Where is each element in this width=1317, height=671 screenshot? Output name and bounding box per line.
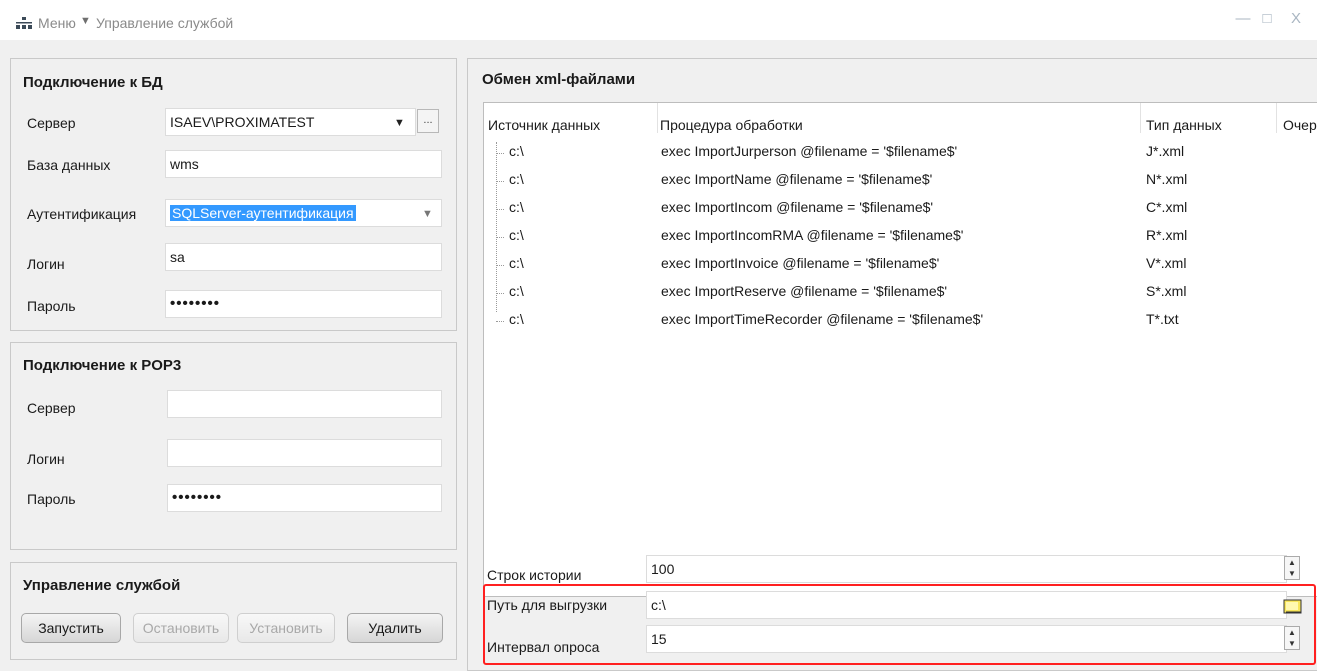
column-separator[interactable]	[1276, 103, 1277, 133]
column-header-source[interactable]: Источник данных	[488, 117, 600, 133]
db-login-label: Логин	[27, 256, 65, 272]
xml-exchange-panel: Обмен xml-файлами Источник данных Процед…	[467, 58, 1317, 671]
table-row[interactable]: c:\ exec ImportIncomRMA @filename = '$fi…	[484, 223, 1316, 251]
chevron-down-icon[interactable]: ▼	[422, 201, 433, 226]
table-row[interactable]: c:\ exec ImportJurperson @filename = '$f…	[484, 139, 1316, 167]
table-row[interactable]: c:\ exec ImportReserve @filename = '$fil…	[484, 279, 1316, 307]
row-type: R*.xml	[1146, 227, 1188, 243]
highlight-annotation	[483, 584, 1316, 665]
column-header-queue[interactable]: Очер	[1283, 117, 1317, 133]
db-server-value: ISAEV\PROXIMATEST	[170, 114, 315, 130]
row-source: c:\	[509, 283, 524, 299]
db-server-label: Сервер	[27, 115, 76, 131]
row-source: c:\	[509, 227, 524, 243]
row-source: c:\	[509, 171, 524, 187]
row-type: N*.xml	[1146, 171, 1188, 187]
column-header-type[interactable]: Тип данных	[1146, 117, 1222, 133]
pop3-panel-title: Подключение к POP3	[23, 357, 182, 374]
column-separator[interactable]	[657, 103, 658, 133]
db-auth-select[interactable]: SQLServer-аутентификация ▼	[165, 199, 442, 227]
db-auth-value: SQLServer-аутентификация	[170, 205, 356, 221]
column-header-procedure[interactable]: Процедура обработки	[660, 117, 803, 133]
table-header: Источник данных Процедура обработки Тип …	[484, 103, 1317, 139]
service-control-panel: Управление службой Запустить Остановить …	[10, 562, 457, 660]
xml-panel-title: Обмен xml-файлами	[482, 71, 636, 88]
history-rows-label: Строк истории	[487, 567, 582, 583]
chevron-down-icon[interactable]: ▼	[394, 110, 405, 135]
pop3-connection-panel: Подключение к POP3 Сервер Логин Пароль •…	[10, 342, 457, 550]
close-button[interactable]: X	[1285, 8, 1307, 30]
menu-button[interactable]: Меню	[38, 15, 76, 31]
column-separator[interactable]	[1140, 103, 1141, 133]
table-row[interactable]: c:\ exec ImportTimeRecorder @filename = …	[484, 307, 1316, 335]
stop-service-button[interactable]: Остановить	[133, 613, 229, 643]
browse-server-button[interactable]: ...	[417, 109, 439, 133]
row-procedure: exec ImportIncomRMA @filename = '$filena…	[661, 227, 964, 243]
spin-up-icon[interactable]: ▲	[1285, 557, 1299, 568]
pop3-login-label: Логин	[27, 451, 65, 467]
db-panel-title: Подключение к БД	[23, 74, 163, 91]
spin-down-icon[interactable]: ▼	[1285, 568, 1299, 579]
app-menu-icon[interactable]	[16, 17, 32, 29]
row-source: c:\	[509, 143, 524, 159]
db-password-field[interactable]: ••••••••	[165, 290, 442, 318]
row-type: J*.xml	[1146, 143, 1185, 159]
db-database-label: База данных	[27, 157, 111, 173]
row-procedure: exec ImportTimeRecorder @filename = '$fi…	[661, 311, 984, 327]
row-procedure: exec ImportJurperson @filename = '$filen…	[661, 143, 958, 159]
row-procedure: exec ImportName @filename = '$filename$'	[661, 171, 933, 187]
tree-connector-line	[496, 321, 504, 322]
db-connection-panel: Подключение к БД Сервер ISAEV\PROXIMATES…	[10, 58, 457, 331]
db-login-field[interactable]: sa	[165, 243, 442, 271]
pop3-server-label: Сервер	[27, 400, 76, 416]
history-rows-field[interactable]: 100	[646, 555, 1287, 583]
menu-dropdown-icon[interactable]: ▼	[80, 15, 91, 27]
pop3-password-label: Пароль	[27, 491, 76, 507]
history-rows-stepper[interactable]: ▲ ▼	[1284, 556, 1300, 580]
install-service-button[interactable]: Установить	[237, 613, 335, 643]
row-source: c:\	[509, 311, 524, 327]
db-password-label: Пароль	[27, 298, 76, 314]
tree-connector-line	[496, 153, 504, 154]
pop3-password-field[interactable]: ••••••••	[167, 484, 442, 512]
row-procedure: exec ImportReserve @filename = '$filenam…	[661, 283, 948, 299]
pop3-server-field[interactable]	[167, 390, 442, 418]
minimize-button[interactable]: —	[1232, 8, 1254, 30]
title-bar: Меню ▼ Управление службой — □ X	[0, 0, 1317, 40]
row-type: C*.xml	[1146, 199, 1188, 215]
db-auth-label: Аутентификация	[27, 206, 137, 222]
db-database-field[interactable]: wms	[165, 150, 442, 178]
row-type: V*.xml	[1146, 255, 1187, 271]
start-service-button[interactable]: Запустить	[21, 613, 121, 643]
table-row[interactable]: c:\ exec ImportInvoice @filename = '$fil…	[484, 251, 1316, 279]
pop3-login-field[interactable]	[167, 439, 442, 467]
tree-connector-line	[496, 237, 504, 238]
row-procedure: exec ImportIncom @filename = '$filename$…	[661, 199, 934, 215]
maximize-button[interactable]: □	[1256, 8, 1278, 30]
table-row[interactable]: c:\ exec ImportIncom @filename = '$filen…	[484, 195, 1316, 223]
service-panel-title: Управление службой	[23, 577, 181, 594]
db-server-select[interactable]: ISAEV\PROXIMATEST ▼	[165, 108, 416, 136]
row-source: c:\	[509, 199, 524, 215]
tree-connector-line	[496, 265, 504, 266]
row-source: c:\	[509, 255, 524, 271]
delete-service-button[interactable]: Удалить	[347, 613, 443, 643]
tree-connector-line	[496, 209, 504, 210]
row-type: T*.txt	[1146, 311, 1179, 327]
exchange-table[interactable]: Источник данных Процедура обработки Тип …	[483, 102, 1317, 597]
row-type: S*.xml	[1146, 283, 1187, 299]
tree-connector-line	[496, 181, 504, 182]
row-procedure: exec ImportInvoice @filename = '$filenam…	[661, 255, 940, 271]
table-row[interactable]: c:\ exec ImportName @filename = '$filena…	[484, 167, 1316, 195]
tree-connector-line	[496, 293, 504, 294]
window-title: Управление службой	[96, 15, 234, 31]
